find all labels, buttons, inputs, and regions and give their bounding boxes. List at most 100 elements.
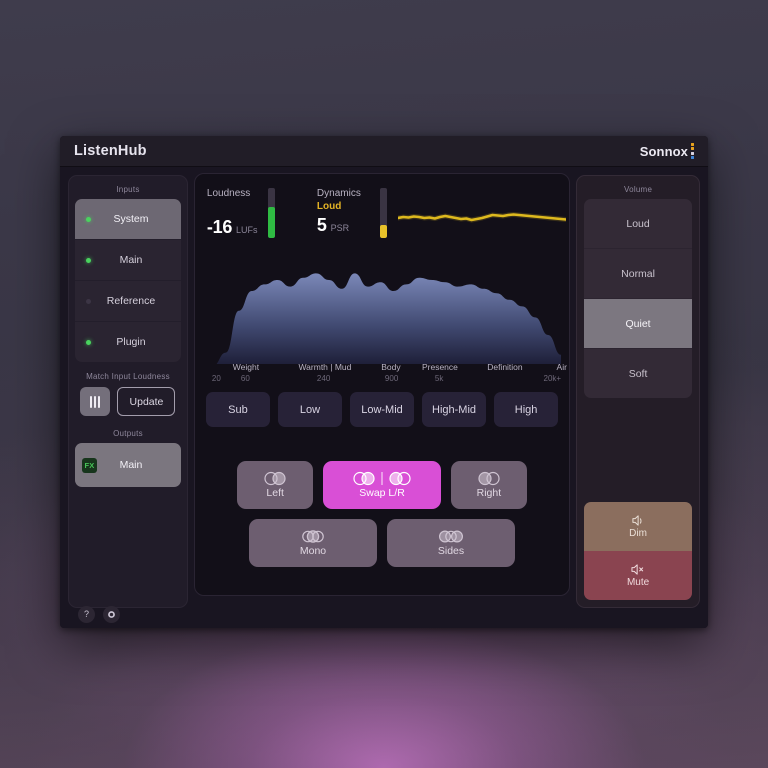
stereo-mono-icon <box>298 529 328 544</box>
volume-level-label: Normal <box>621 267 655 280</box>
inputs-section-label: Inputs <box>116 185 140 194</box>
bars-glyph <box>90 395 101 408</box>
stereo-button-label: Left <box>266 487 284 499</box>
inputs-list: System Main Reference Plugin <box>75 199 181 362</box>
band-scale: Weight Warmth | Mud Body Presence Definition… <box>195 362 569 388</box>
status-led-icon <box>86 216 91 222</box>
fx-badge: FX <box>82 457 97 473</box>
band-buttons-row: Sub Low Low-Mid High-Mid High <box>205 392 559 427</box>
loudness-history-graph <box>397 211 566 223</box>
footer-bar: ? <box>60 600 708 628</box>
dynamics-meter-fill <box>379 225 387 238</box>
volume-level-label: Quiet <box>625 317 651 330</box>
meters-row: Loudness -16 LUFs Dynamics Loud 5 PSR <box>195 174 569 246</box>
band-scale-hz: 60 <box>240 374 250 383</box>
dynamics-unit: PSR <box>330 223 350 233</box>
loudness-unit: LUFs <box>236 225 258 235</box>
brand-dot <box>691 147 694 151</box>
page-title: ListenHub <box>74 143 147 159</box>
band-scale-name: Warmth | Mud <box>298 362 352 372</box>
stereo-button-right[interactable]: Right <box>450 461 528 509</box>
loudness-meter-block: Loudness -16 LUFs <box>207 188 299 246</box>
outputs-list: FX Main <box>75 443 181 487</box>
volume-section-label: Volume <box>623 185 653 194</box>
band-scale-hz: 900 <box>384 374 399 383</box>
input-row-plugin[interactable]: Plugin <box>75 322 181 362</box>
brand-name: Sonnox <box>639 143 688 159</box>
stereo-left-icon <box>260 471 290 486</box>
stereo-button-label: Sides <box>437 545 465 557</box>
input-row-reference[interactable]: Reference <box>75 281 181 322</box>
stereo-button-swap-l-r[interactable]: Swap L/R <box>323 461 441 509</box>
brand-logo: Sonnox <box>639 142 694 160</box>
volume-level-soft[interactable]: Soft <box>584 349 692 398</box>
speaker-low-icon <box>631 515 642 526</box>
stereo-button-sides[interactable]: Sides <box>387 519 516 567</box>
band-scale-name: Definition <box>487 362 523 372</box>
stereo-swap-icon <box>347 471 417 486</box>
stereo-sides-icon <box>436 529 466 544</box>
stereo-button-label: Mono <box>299 545 327 557</box>
dynamics-value: 5 <box>316 215 327 235</box>
speaker-mute-icon <box>631 564 644 575</box>
brand-dot <box>691 151 694 155</box>
volume-level-loud[interactable]: Loud <box>584 199 693 249</box>
stereo-row-2: Mono Sides <box>237 519 527 567</box>
volume-level-label: Loud <box>626 217 650 230</box>
main-display-panel: Loudness -16 LUFs Dynamics Loud 5 PSR We… <box>193 173 571 596</box>
volume-level-normal[interactable]: Normal <box>584 249 693 299</box>
window-body: Inputs System Main Reference Plugin Match I… <box>60 167 708 628</box>
mute-button[interactable]: Mute <box>584 551 693 600</box>
window-titlebar: ListenHub Sonnox <box>60 136 708 167</box>
status-led-icon <box>86 339 91 345</box>
band-button-low[interactable]: Low <box>277 392 342 427</box>
volume-levels-list: Loud Normal Quiet Soft <box>584 199 693 398</box>
band-button-high-mid[interactable]: High-Mid <box>422 392 487 427</box>
plugin-window: ListenHub Sonnox Inputs System Main Refere… <box>60 136 708 628</box>
brand-dots-icon <box>691 142 694 160</box>
level-bars-icon[interactable] <box>80 387 111 416</box>
status-led-icon <box>86 257 91 263</box>
stereo-controls: Left Swap L/R Right Mono Sides <box>236 461 528 567</box>
dynamics-meter-bar <box>379 188 387 238</box>
update-button[interactable]: Update <box>117 387 176 416</box>
band-scale-hz: 5k <box>434 374 444 383</box>
band-scale-name: Air <box>556 362 567 372</box>
loudness-value: -16 <box>206 217 233 237</box>
stereo-row-1: Left Swap L/R Right <box>236 461 528 509</box>
gear-icon <box>108 610 115 618</box>
dim-label: Dim <box>629 528 647 539</box>
mute-label: Mute <box>626 577 650 588</box>
match-loudness-controls: Update <box>75 386 181 416</box>
band-button-low-mid[interactable]: Low-Mid <box>349 392 415 427</box>
help-button[interactable]: ? <box>78 605 95 623</box>
loudness-meter-fill <box>267 207 275 238</box>
brand-dot <box>691 156 694 160</box>
inputs-panel: Inputs System Main Reference Plugin Match I… <box>68 175 188 608</box>
input-row-system[interactable]: System <box>75 199 181 240</box>
dim-button[interactable]: Dim <box>584 502 693 551</box>
settings-button[interactable] <box>103 605 120 623</box>
stereo-button-left[interactable]: Left <box>236 461 314 509</box>
status-led-icon <box>86 298 91 304</box>
stereo-button-mono[interactable]: Mono <box>249 519 378 567</box>
loudness-meter-bar <box>267 188 275 238</box>
question-mark-icon: ? <box>83 609 89 619</box>
output-row-main[interactable]: FX Main <box>75 443 181 487</box>
band-button-high[interactable]: High <box>494 392 559 427</box>
volume-panel: Volume Loud Normal Quiet Soft Dim Mute <box>576 175 701 608</box>
input-row-main[interactable]: Main <box>75 240 181 281</box>
band-scale-hz: 240 <box>316 374 331 383</box>
outputs-section-label: Outputs <box>113 429 143 438</box>
volume-level-label: Soft <box>628 367 648 380</box>
band-button-sub[interactable]: Sub <box>205 392 270 427</box>
band-scale-name: Weight <box>232 362 260 372</box>
band-scale-hz: 20k+ <box>543 374 562 383</box>
band-scale-hz: 20 <box>211 374 221 383</box>
stereo-button-label: Right <box>476 487 502 499</box>
frequency-spectrum-chart <box>216 273 561 364</box>
stereo-button-label: Swap L/R <box>359 487 405 499</box>
band-scale-name: Body <box>381 362 401 372</box>
volume-level-quiet[interactable]: Quiet <box>584 299 693 349</box>
brand-dot <box>691 142 694 146</box>
